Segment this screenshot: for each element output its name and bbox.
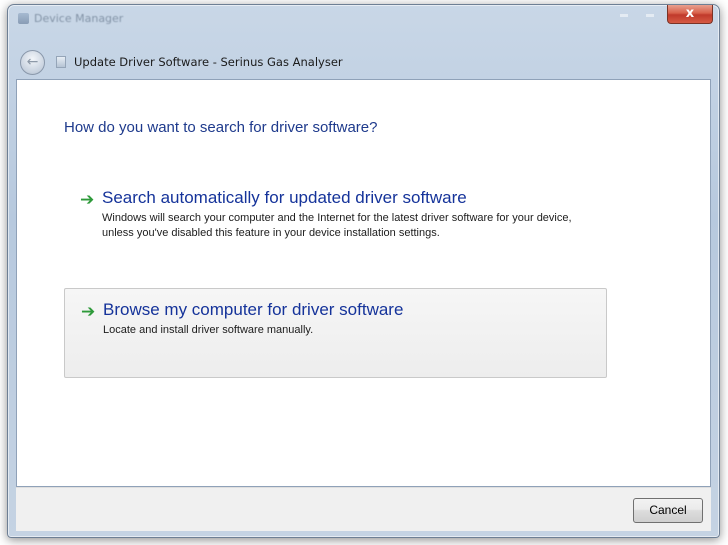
- option-description: Locate and install driver software manua…: [103, 324, 314, 336]
- cancel-button[interactable]: Cancel: [633, 498, 703, 523]
- wizard-footer: Cancel: [16, 487, 711, 531]
- device-icon: [56, 56, 66, 68]
- maximize-button[interactable]: [637, 5, 663, 24]
- page-heading: How do you want to search for driver sof…: [64, 119, 378, 136]
- green-arrow-icon: ➔: [81, 302, 96, 322]
- option-title: Search automatically for updated driver …: [102, 188, 467, 207]
- title-bar[interactable]: Device Manager x: [8, 5, 719, 31]
- back-button[interactable]: ←: [20, 50, 45, 75]
- window-title: Device Manager: [34, 12, 124, 25]
- option-title: Browse my computer for driver software: [103, 300, 404, 319]
- minimize-button[interactable]: [611, 5, 637, 24]
- wizard-nav-bar: ← Update Driver Software - Serinus Gas A…: [16, 50, 711, 78]
- green-arrow-icon: ➔: [80, 190, 95, 210]
- option-description: Windows will search your computer and th…: [102, 212, 572, 239]
- device-manager-icon: [18, 13, 29, 24]
- browse-computer-option[interactable]: ➔ Browse my computer for driver software…: [64, 288, 607, 378]
- search-automatically-option[interactable]: ➔ Search automatically for updated drive…: [64, 177, 607, 269]
- update-driver-window: Device Manager x ← Update Driver Softwar…: [7, 4, 720, 538]
- wizard-content: How do you want to search for driver sof…: [16, 79, 711, 487]
- wizard-title: Update Driver Software - Serinus Gas Ana…: [74, 55, 343, 69]
- close-button[interactable]: x: [667, 5, 713, 24]
